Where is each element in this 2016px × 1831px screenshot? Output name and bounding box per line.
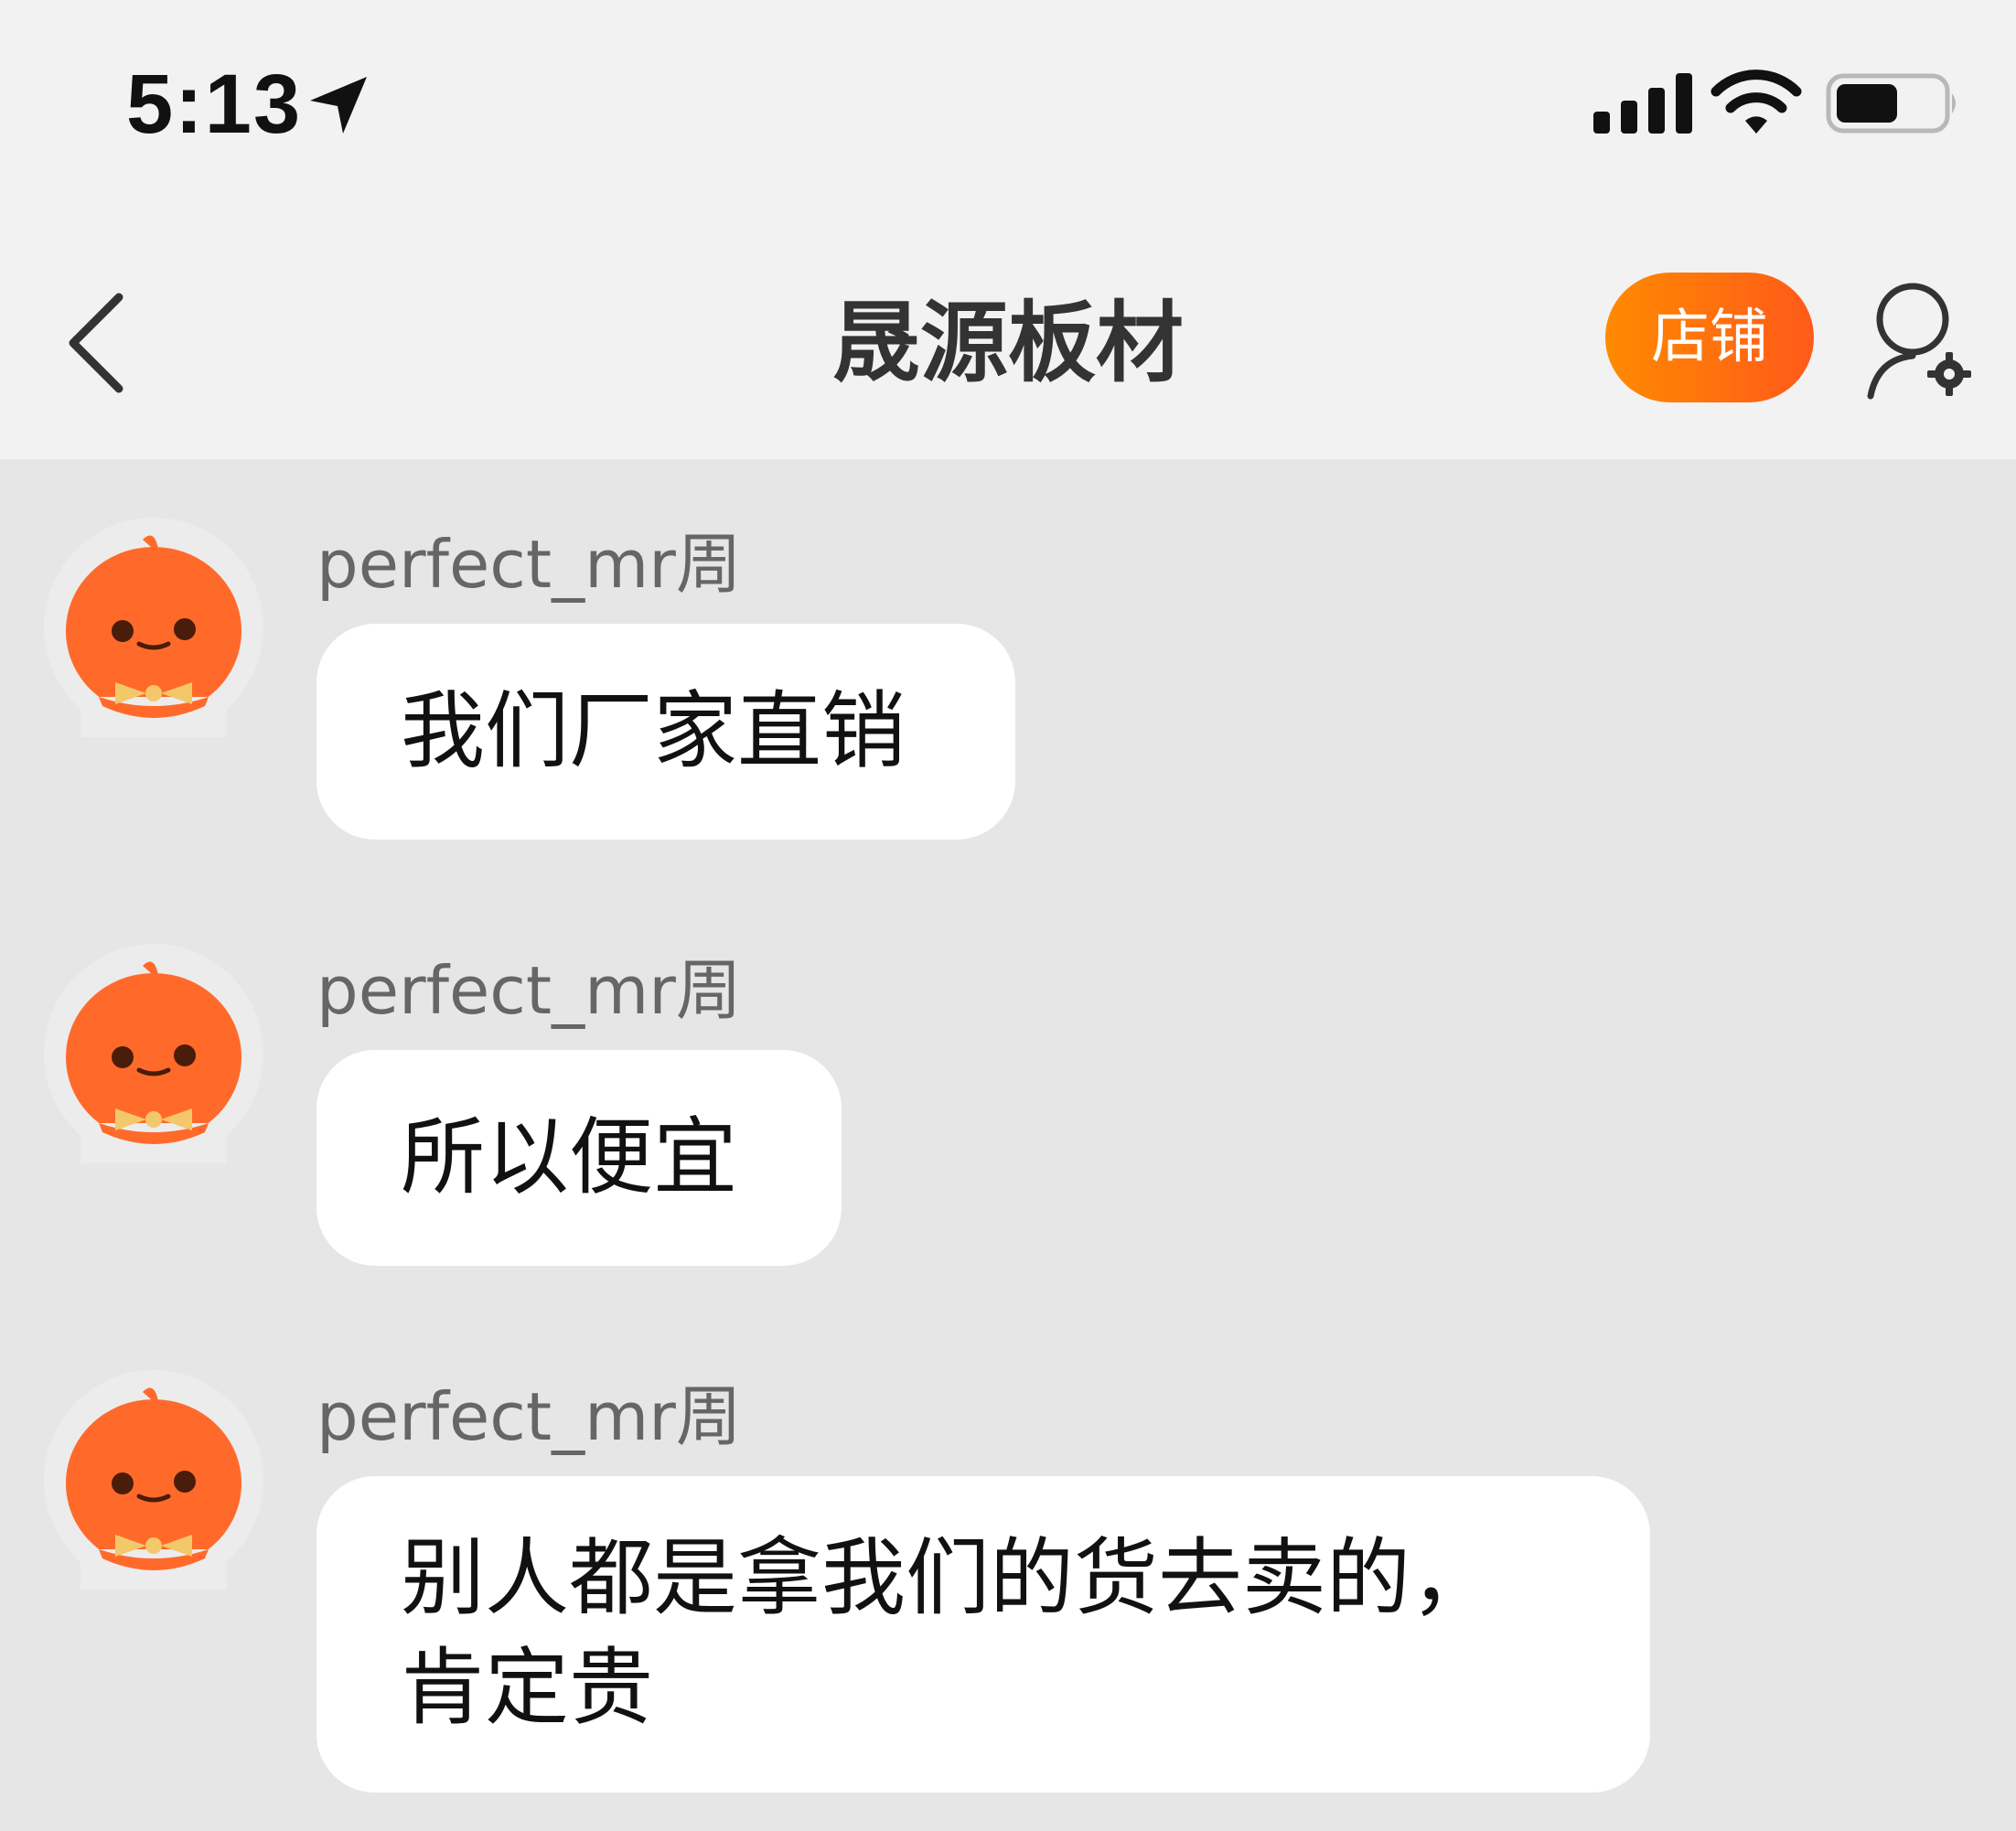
sender-name: perfect_mr周 xyxy=(316,1378,742,1455)
back-icon[interactable] xyxy=(55,279,137,407)
message-bubble[interactable]: 所以便宜 xyxy=(316,1050,842,1266)
avatar[interactable] xyxy=(44,1370,263,1590)
wifi-icon xyxy=(1710,70,1802,134)
message-text-line-1: 别人都是拿我们的货去卖的， xyxy=(401,1529,1496,1627)
battery-icon xyxy=(1826,73,1956,134)
avatar[interactable] xyxy=(44,518,263,737)
message-bubble[interactable]: 我们厂家直销 xyxy=(316,624,1015,840)
chat-area[interactable]: perfect_mr周 我们厂家直销 perfect_mr周 所以便宜 perf… xyxy=(0,459,2016,1831)
message-item: perfect_mr周 我们厂家直销 xyxy=(0,459,2016,843)
location-arrow-icon xyxy=(310,77,367,134)
message-bubble[interactable]: 别人都是拿我们的货去卖的， 肯定贵 xyxy=(316,1476,1650,1793)
user-settings-icon[interactable] xyxy=(1861,279,1976,402)
status-bar: 5:13 xyxy=(0,0,2016,229)
sender-name: perfect_mr周 xyxy=(316,526,742,603)
message-text: 我们厂家直销 xyxy=(401,682,906,780)
nav-bar: 晟源板材 店铺 xyxy=(0,229,2016,459)
message-text-line-2: 肯定贵 xyxy=(401,1639,654,1737)
shop-button[interactable]: 店铺 xyxy=(1605,273,1814,402)
sender-name: perfect_mr周 xyxy=(316,952,742,1029)
message-item: perfect_mr周 别人都是拿我们的货去卖的， 肯定贵 xyxy=(0,1312,2016,1824)
signal-icon xyxy=(1593,73,1692,134)
message-item: perfect_mr周 所以便宜 xyxy=(0,885,2016,1269)
status-time: 5:13 xyxy=(126,58,303,151)
avatar[interactable] xyxy=(44,944,263,1163)
message-text: 所以便宜 xyxy=(401,1108,738,1206)
